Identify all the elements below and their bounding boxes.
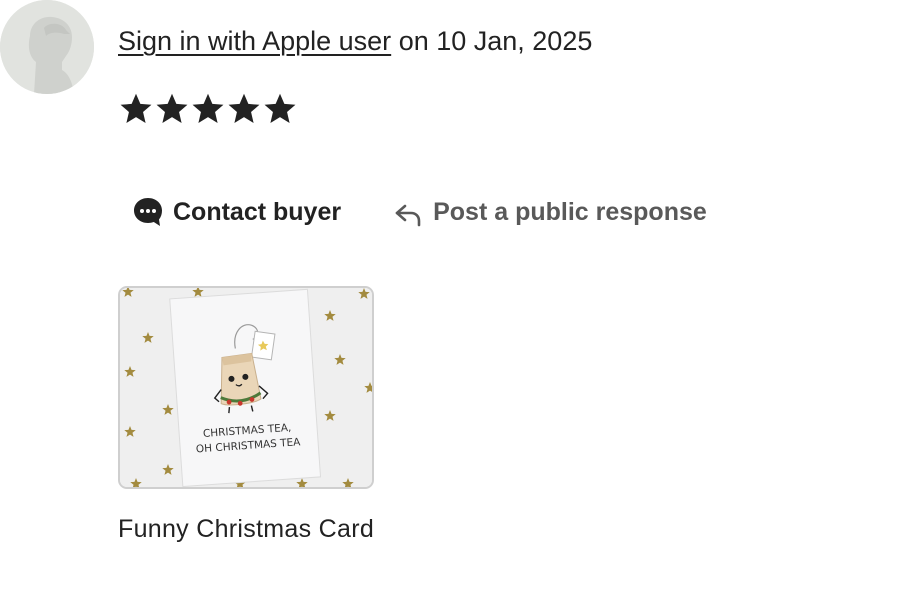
contact-buyer-button[interactable]: Contact buyer	[132, 195, 341, 229]
star-filled-icon	[228, 93, 260, 123]
chat-bubble-icon	[132, 195, 164, 229]
greeting-card: CHRISTMAS TEA, OH CHRISTMAS TEA	[169, 288, 322, 487]
default-user-silhouette-icon	[0, 0, 94, 94]
product-thumbnail[interactable]: CHRISTMAS TEA, OH CHRISTMAS TEA	[118, 286, 374, 489]
star-filled-icon	[120, 93, 152, 123]
review-date: on 10 Jan, 2025	[398, 26, 593, 56]
review-header: Sign in with Apple user on 10 Jan, 2025	[118, 24, 592, 58]
reviewer-name-link[interactable]: Sign in with Apple user	[118, 26, 391, 56]
star-filled-icon	[156, 93, 188, 123]
product-title-link[interactable]: Funny Christmas Card	[118, 512, 374, 546]
post-public-response-label: Post a public response	[433, 197, 707, 226]
star-rating	[118, 90, 298, 128]
contact-buyer-label: Contact buyer	[173, 197, 342, 226]
reviewer-avatar	[0, 0, 94, 94]
review-actions: Contact buyer Post a public response	[132, 194, 707, 230]
star-filled-icon	[192, 93, 224, 123]
reply-arrow-icon	[393, 200, 423, 230]
post-public-response-button[interactable]: Post a public response	[393, 194, 707, 230]
star-filled-icon	[264, 93, 296, 123]
